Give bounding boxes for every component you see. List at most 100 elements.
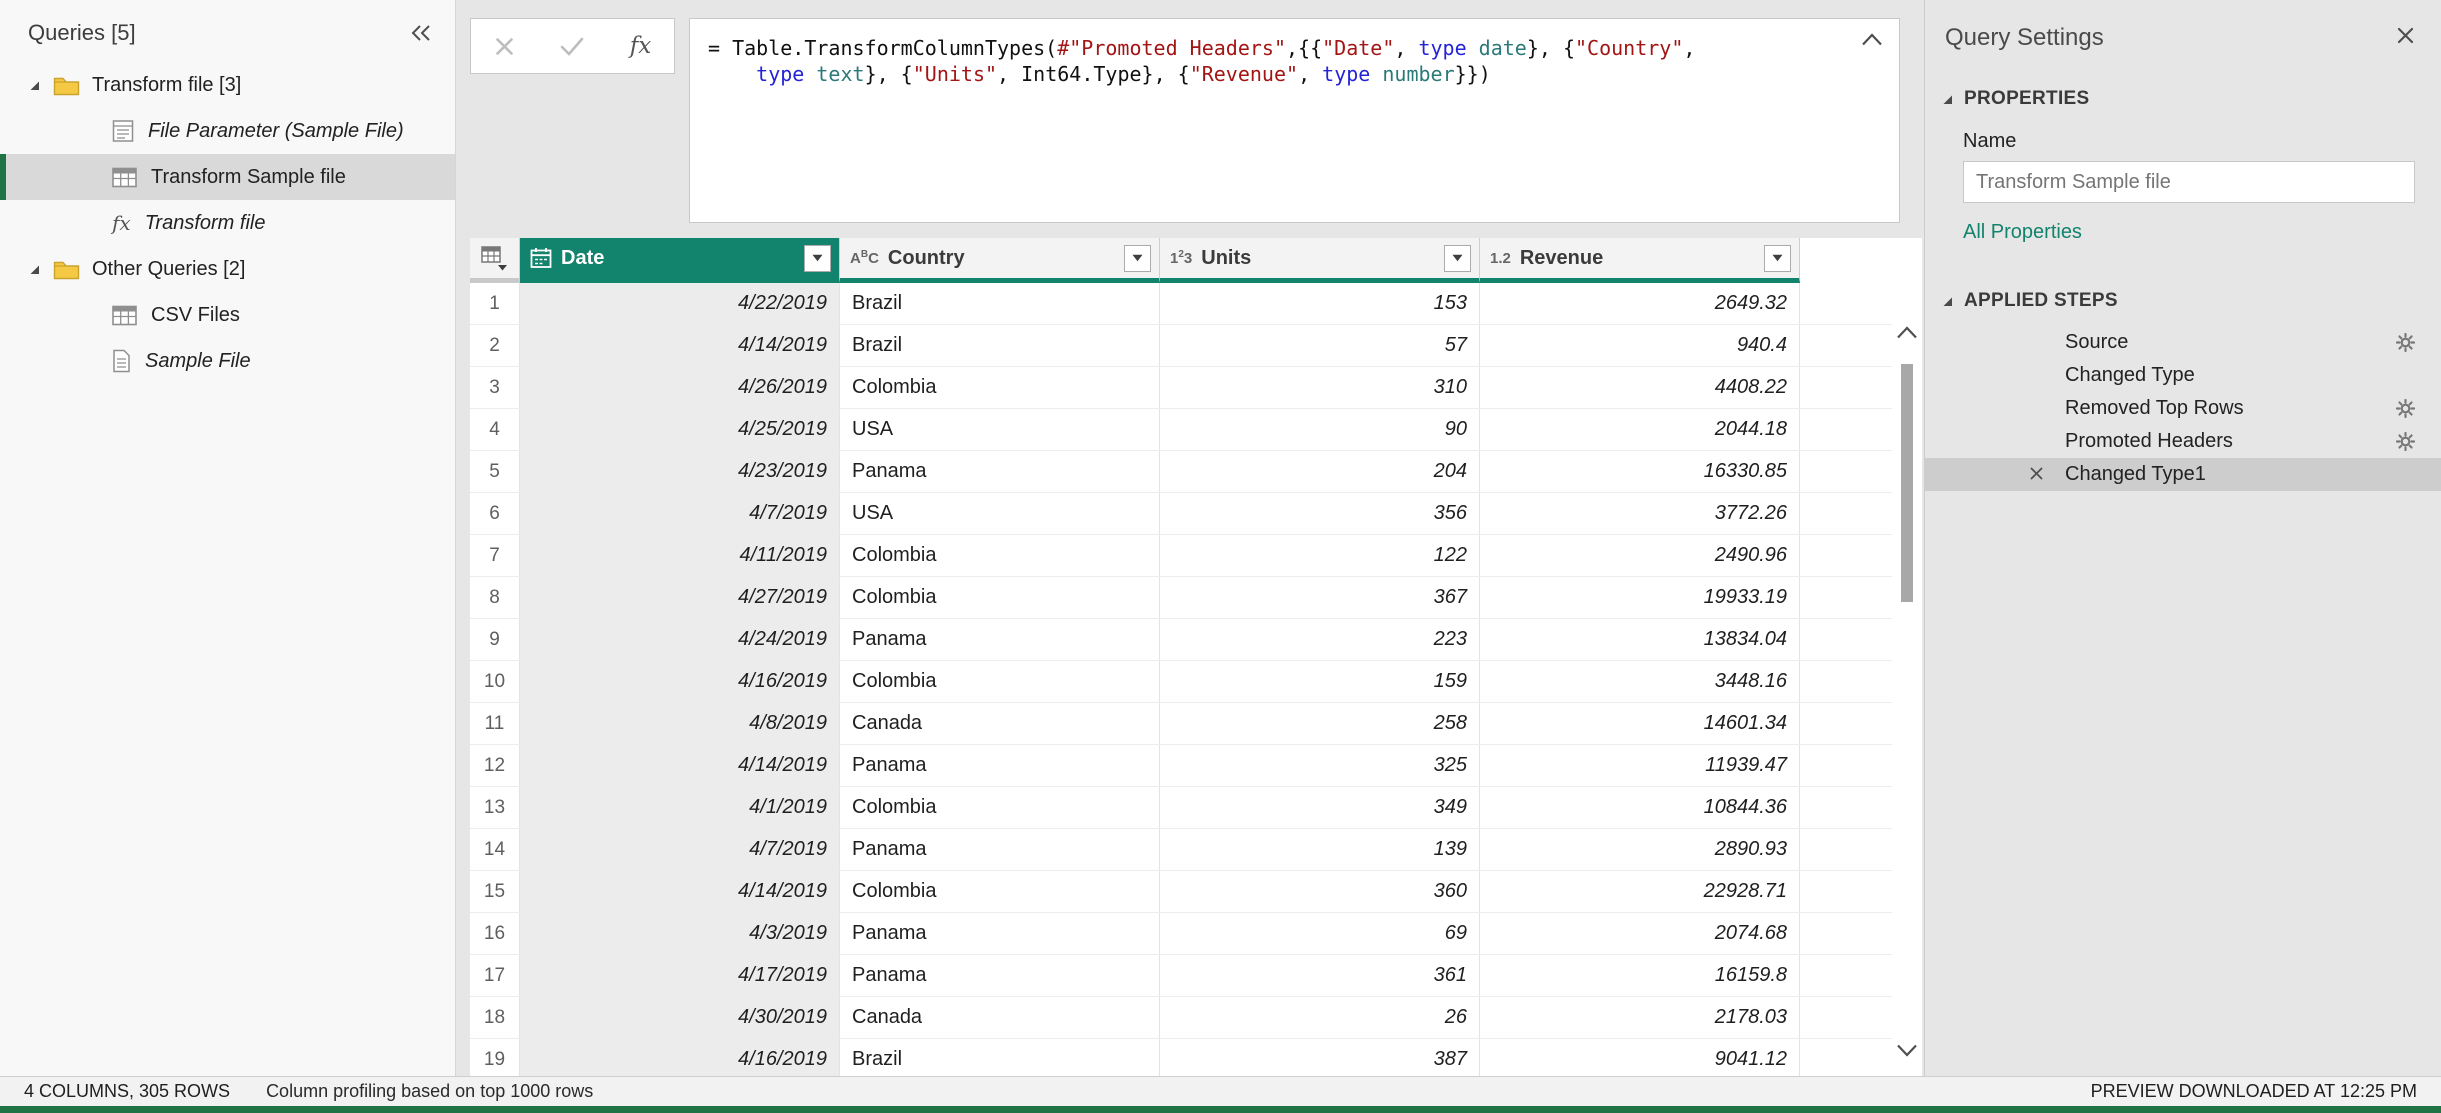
query-group-row[interactable]: Other Queries [2]: [0, 246, 455, 292]
table-cell[interactable]: 4/14/2019: [520, 745, 840, 786]
table-cell[interactable]: Brazil: [840, 283, 1160, 324]
applied-step[interactable]: Changed Type1: [1925, 458, 2441, 491]
table-cell[interactable]: Brazil: [840, 325, 1160, 366]
row-number[interactable]: 16: [470, 913, 520, 954]
table-cell[interactable]: 4/24/2019: [520, 619, 840, 660]
table-cell[interactable]: Colombia: [840, 577, 1160, 618]
cancel-formula-icon[interactable]: [494, 36, 515, 57]
table-cell[interactable]: 2178.03: [1480, 997, 1800, 1038]
table-cell[interactable]: 360: [1160, 871, 1480, 912]
table-cell[interactable]: 4408.22: [1480, 367, 1800, 408]
table-cell[interactable]: USA: [840, 409, 1160, 450]
table-cell[interactable]: 361: [1160, 955, 1480, 996]
row-number[interactable]: 13: [470, 787, 520, 828]
collapse-formula-icon[interactable]: [1861, 33, 1883, 51]
table-cell[interactable]: 19933.19: [1480, 577, 1800, 618]
applied-step[interactable]: Removed Top Rows: [1925, 392, 2441, 425]
table-cell[interactable]: Colombia: [840, 535, 1160, 576]
delete-step-icon[interactable]: [2029, 466, 2044, 481]
row-number[interactable]: 12: [470, 745, 520, 786]
column-header-units[interactable]: 123Units: [1160, 238, 1480, 283]
table-cell[interactable]: Colombia: [840, 787, 1160, 828]
table-cell[interactable]: 387: [1160, 1039, 1480, 1076]
row-number[interactable]: 15: [470, 871, 520, 912]
row-number[interactable]: 14: [470, 829, 520, 870]
applied-step[interactable]: Source: [1925, 326, 2441, 359]
row-number[interactable]: 8: [470, 577, 520, 618]
table-cell[interactable]: 9041.12: [1480, 1039, 1800, 1076]
table-cell[interactable]: 2490.96: [1480, 535, 1800, 576]
column-header-country[interactable]: ABCCountry: [840, 238, 1160, 283]
query-item[interactable]: CSV Files: [0, 292, 455, 338]
table-cell[interactable]: 4/16/2019: [520, 661, 840, 702]
gear-icon[interactable]: [2396, 432, 2415, 451]
table-cell[interactable]: 159: [1160, 661, 1480, 702]
table-cell[interactable]: 2649.32: [1480, 283, 1800, 324]
table-cell[interactable]: 2890.93: [1480, 829, 1800, 870]
table-cell[interactable]: 4/14/2019: [520, 325, 840, 366]
table-cell[interactable]: Canada: [840, 703, 1160, 744]
table-cell[interactable]: 139: [1160, 829, 1480, 870]
table-cell[interactable]: 22928.71: [1480, 871, 1800, 912]
query-item[interactable]: fxTransform file: [0, 200, 455, 246]
table-cell[interactable]: 4/14/2019: [520, 871, 840, 912]
table-cell[interactable]: Panama: [840, 745, 1160, 786]
applied-step[interactable]: Promoted Headers: [1925, 425, 2441, 458]
table-cell[interactable]: 11939.47: [1480, 745, 1800, 786]
row-number[interactable]: 3: [470, 367, 520, 408]
table-cell[interactable]: 16159.8: [1480, 955, 1800, 996]
row-number[interactable]: 18: [470, 997, 520, 1038]
table-cell[interactable]: 367: [1160, 577, 1480, 618]
table-cell[interactable]: 16330.85: [1480, 451, 1800, 492]
table-cell[interactable]: 258: [1160, 703, 1480, 744]
applied-steps-section-header[interactable]: APPLIED STEPS: [1925, 290, 2441, 312]
row-number[interactable]: 10: [470, 661, 520, 702]
formula-bar[interactable]: = Table.TransformColumnTypes(#"Promoted …: [689, 18, 1900, 223]
table-cell[interactable]: 4/22/2019: [520, 283, 840, 324]
table-cell[interactable]: 4/16/2019: [520, 1039, 840, 1076]
table-cell[interactable]: 57: [1160, 325, 1480, 366]
query-item[interactable]: Sample File: [0, 338, 455, 384]
filter-dropdown-button[interactable]: [1124, 245, 1151, 272]
table-cell[interactable]: 153: [1160, 283, 1480, 324]
row-number[interactable]: 17: [470, 955, 520, 996]
applied-step[interactable]: Changed Type: [1925, 359, 2441, 392]
query-name-input[interactable]: [1963, 161, 2415, 203]
table-cell[interactable]: 223: [1160, 619, 1480, 660]
column-header-revenue[interactable]: 1.2Revenue: [1480, 238, 1800, 283]
table-cell[interactable]: 4/30/2019: [520, 997, 840, 1038]
query-item[interactable]: Transform Sample file: [0, 154, 455, 200]
table-cell[interactable]: 310: [1160, 367, 1480, 408]
row-number[interactable]: 1: [470, 283, 520, 324]
table-cell[interactable]: Colombia: [840, 871, 1160, 912]
row-number[interactable]: 5: [470, 451, 520, 492]
formula-input[interactable]: = Table.TransformColumnTypes(#"Promoted …: [708, 35, 1851, 87]
filter-dropdown-button[interactable]: [1764, 245, 1791, 272]
table-cell[interactable]: 4/11/2019: [520, 535, 840, 576]
table-cell[interactable]: 26: [1160, 997, 1480, 1038]
status-profiling-link[interactable]: Column profiling based on top 1000 rows: [266, 1081, 593, 1102]
scroll-down-icon[interactable]: [1896, 1044, 1918, 1062]
row-number[interactable]: 4: [470, 409, 520, 450]
table-cell[interactable]: Colombia: [840, 367, 1160, 408]
table-cell[interactable]: 3772.26: [1480, 493, 1800, 534]
table-cell[interactable]: 4/7/2019: [520, 829, 840, 870]
table-cell[interactable]: Brazil: [840, 1039, 1160, 1076]
query-item[interactable]: File Parameter (Sample File): [0, 108, 455, 154]
properties-section-header[interactable]: PROPERTIES: [1925, 88, 2441, 110]
table-cell[interactable]: 2074.68: [1480, 913, 1800, 954]
filter-dropdown-button[interactable]: [1444, 245, 1471, 272]
table-cell[interactable]: 4/17/2019: [520, 955, 840, 996]
column-header-date[interactable]: Date: [520, 238, 840, 283]
table-cell[interactable]: 13834.04: [1480, 619, 1800, 660]
table-cell[interactable]: 4/3/2019: [520, 913, 840, 954]
table-cell[interactable]: 122: [1160, 535, 1480, 576]
table-cell[interactable]: Canada: [840, 997, 1160, 1038]
table-cell[interactable]: 3448.16: [1480, 661, 1800, 702]
table-cell[interactable]: 325: [1160, 745, 1480, 786]
scroll-up-icon[interactable]: [1896, 326, 1918, 344]
table-cell[interactable]: 2044.18: [1480, 409, 1800, 450]
table-cell[interactable]: 90: [1160, 409, 1480, 450]
table-cell[interactable]: USA: [840, 493, 1160, 534]
table-cell[interactable]: 4/25/2019: [520, 409, 840, 450]
